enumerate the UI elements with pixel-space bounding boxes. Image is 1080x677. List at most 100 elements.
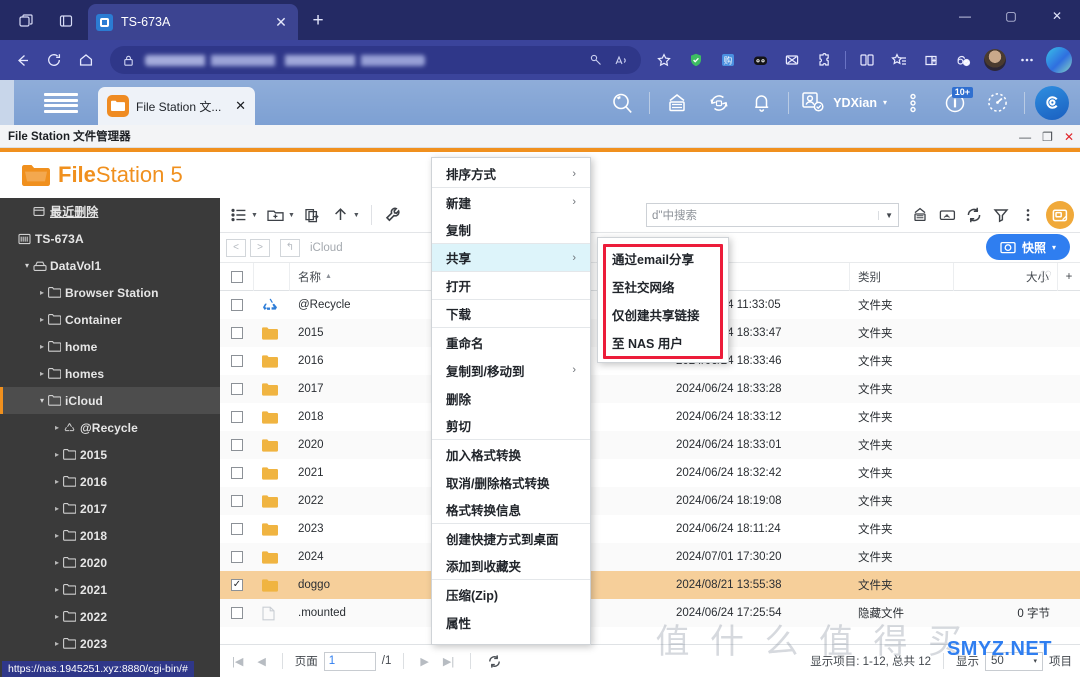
info-icon[interactable]: 10+ — [935, 83, 975, 123]
context-menu-item[interactable]: 复制到/移动到 › — [432, 356, 590, 384]
sidebar-item-browser-station[interactable]: ▸ Browser Station — [0, 279, 220, 306]
chevron-down-icon[interactable]: ▼ — [251, 212, 258, 219]
sidebar-item-2021[interactable]: ▸ 2021 — [0, 576, 220, 603]
page-size-select[interactable]: 50 ▾ — [985, 651, 1043, 671]
row-checkbox[interactable] — [231, 523, 243, 535]
last-page-button[interactable]: ▶| — [439, 655, 458, 668]
dashboard-icon[interactable] — [977, 83, 1017, 123]
row-checkbox[interactable] — [231, 607, 243, 619]
chevron-right-icon[interactable]: ▸ — [51, 585, 63, 594]
context-menu-item[interactable]: 创建快捷方式到桌面 — [432, 524, 590, 552]
qts-app-tab-filestation[interactable]: File Station 文... ✕ — [98, 87, 255, 125]
context-menu-item[interactable]: 添加到收藏夹 — [432, 552, 590, 580]
context-menu-item[interactable]: 排序方式 › — [432, 160, 590, 188]
tab-actions-icon[interactable] — [48, 8, 84, 34]
sidebar-item-2020[interactable]: ▸ 2020 — [0, 549, 220, 576]
table-row[interactable]: 2023 2024/06/24 18:11:24 文件夹 — [220, 515, 1080, 543]
workspaces-icon[interactable] — [8, 8, 44, 34]
select-all-checkbox-cell[interactable] — [220, 263, 254, 291]
chevron-right-icon[interactable]: ▸ — [51, 639, 63, 648]
backup-icon[interactable] — [657, 83, 697, 123]
browser-essentials-icon[interactable] — [948, 45, 978, 75]
extensions-icon[interactable] — [809, 45, 839, 75]
share-submenu-item[interactable]: 至社交网络 — [598, 272, 728, 300]
sync-icon[interactable] — [699, 83, 739, 123]
sidebar-item-ts-673a[interactable]: TS-673A — [0, 225, 220, 252]
chevron-right-icon[interactable]: ▸ — [36, 288, 48, 297]
row-checkbox-cell[interactable] — [220, 291, 254, 319]
download-icon[interactable] — [328, 202, 354, 228]
row-checkbox[interactable] — [231, 299, 243, 311]
refresh-icon[interactable] — [483, 654, 506, 669]
context-menu-item[interactable]: 新建 › — [432, 188, 590, 216]
backup-icon[interactable] — [907, 202, 933, 228]
sidebar-item-datavol1[interactable]: ▾ DataVol1 — [0, 252, 220, 279]
key-icon[interactable] — [589, 53, 604, 68]
context-menu-item[interactable]: 剪切 — [432, 412, 590, 440]
row-checkbox-cell[interactable] — [220, 487, 254, 515]
chevron-down-icon[interactable]: ▼ — [353, 212, 360, 219]
sidebar-item-2016[interactable]: ▸ 2016 — [0, 468, 220, 495]
row-checkbox[interactable] — [231, 579, 243, 591]
share-submenu-item[interactable]: 通过email分享 — [598, 244, 728, 272]
window-close-icon[interactable]: ✕ — [1034, 0, 1080, 32]
more-vertical-icon[interactable] — [1015, 202, 1041, 228]
select-all-checkbox[interactable] — [230, 270, 243, 283]
row-checkbox[interactable] — [231, 383, 243, 395]
sidebar-item-recycle[interactable]: ▸ @Recycle — [0, 414, 220, 441]
context-menu-item[interactable]: 打开 — [432, 272, 590, 300]
favorite-icon[interactable] — [649, 45, 679, 75]
user-menu[interactable]: YDXian ▾ — [796, 90, 891, 115]
filestation-round-icon[interactable] — [1046, 201, 1074, 229]
row-checkbox-cell[interactable] — [220, 571, 254, 599]
nav-back-button[interactable]: < — [226, 238, 246, 257]
filter-icon[interactable] — [988, 202, 1014, 228]
sidebar-item-2015[interactable]: ▸ 2015 — [0, 441, 220, 468]
minimize-icon[interactable]: — — [942, 0, 988, 32]
sidebar-item-home[interactable]: ▸ home — [0, 333, 220, 360]
breadcrumb-path[interactable]: iCloud — [310, 242, 343, 254]
row-checkbox-cell[interactable] — [220, 375, 254, 403]
table-row[interactable]: 2020 2024/06/24 18:33:01 文件夹 — [220, 431, 1080, 459]
chevron-right-icon[interactable]: ▸ — [51, 558, 63, 567]
sidebar-item-2022[interactable]: ▸ 2022 — [0, 603, 220, 630]
qnap-cloud-icon[interactable] — [1032, 83, 1072, 123]
extension-panda-icon[interactable] — [745, 45, 775, 75]
sidebar-item-homes[interactable]: ▸ homes — [0, 360, 220, 387]
chevron-right-icon[interactable]: ▸ — [51, 423, 63, 432]
snapshot-button[interactable]: 快照 ▾ — [985, 234, 1070, 260]
share-submenu-item[interactable]: 至 NAS 用户 — [598, 328, 728, 356]
table-row[interactable]: .mounted 2024/06/24 17:25:54 隐藏文件 0 字节 — [220, 599, 1080, 627]
context-menu-item[interactable]: 属性 — [432, 608, 590, 636]
table-row[interactable]: 2018 2024/06/24 18:33:12 文件夹 — [220, 403, 1080, 431]
remote-mount-icon[interactable] — [934, 202, 960, 228]
share-submenu-item[interactable]: 仅创建共享链接 — [598, 300, 728, 328]
nav-up-button[interactable]: ↰ — [280, 238, 300, 257]
more-options-icon[interactable] — [893, 83, 933, 123]
chevron-right-icon[interactable]: ▸ — [51, 531, 63, 540]
page-number-input[interactable]: 1 — [323, 651, 376, 671]
favorites-list-icon[interactable] — [884, 45, 914, 75]
next-page-button[interactable]: ▶ — [416, 655, 432, 668]
copilot-icon[interactable] — [1044, 45, 1074, 75]
shield-icon[interactable] — [681, 45, 711, 75]
row-checkbox-cell[interactable] — [220, 599, 254, 627]
maximize-icon[interactable]: ▢ — [988, 0, 1034, 32]
browser-tab-ts673a[interactable]: TS-673A ✕ — [88, 4, 298, 40]
close-icon[interactable]: ✕ — [1064, 131, 1074, 143]
favorite-icon[interactable]: ♡ — [1039, 268, 1052, 285]
table-row[interactable]: 2021 2024/06/24 18:32:42 文件夹 — [220, 459, 1080, 487]
collections-icon[interactable] — [916, 45, 946, 75]
read-aloud-icon[interactable] — [614, 53, 629, 68]
screenshot-icon[interactable] — [777, 45, 807, 75]
settings-more-icon[interactable] — [1012, 45, 1042, 75]
share-submenu[interactable]: 通过email分享 至社交网络 仅创建共享链接至 NAS 用户 — [597, 237, 729, 363]
search-icon[interactable] — [602, 83, 642, 123]
context-menu-item[interactable]: 重命名 — [432, 328, 590, 356]
chevron-right-icon[interactable]: ▸ — [36, 315, 48, 324]
prev-page-button[interactable]: ◀ — [253, 655, 269, 668]
row-checkbox[interactable] — [231, 467, 243, 479]
context-menu-item[interactable]: 共享 › — [432, 244, 590, 272]
context-menu-item[interactable]: 压缩(Zip) — [432, 580, 590, 608]
wrench-icon[interactable] — [380, 202, 406, 228]
